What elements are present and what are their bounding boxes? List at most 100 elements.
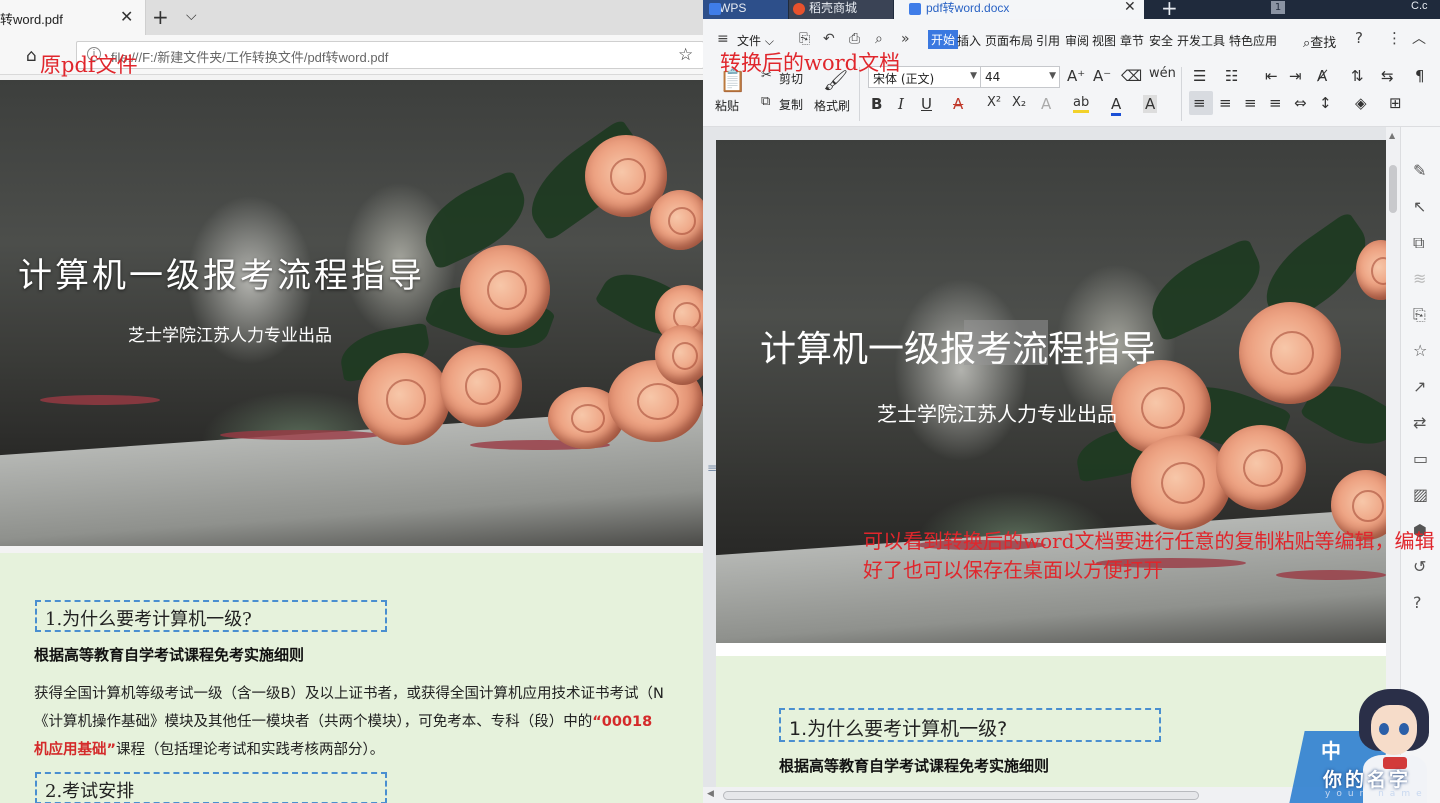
doc-section-box[interactable]: 1.为什么要考计算机一级? xyxy=(779,708,1161,742)
document-tab[interactable]: pdf转word.docx xyxy=(894,0,1144,19)
copy-icon[interactable]: ⧉ xyxy=(761,94,770,109)
document-page[interactable]: 计算机一级报考流程指导 芝士学院江苏人力专业出品 1.为什么要考计算机一级? 根… xyxy=(716,140,1386,787)
help-circle-icon[interactable]: ? xyxy=(1413,593,1422,612)
cloth-pattern xyxy=(40,395,160,405)
window-count-badge[interactable]: 1 xyxy=(1271,1,1285,14)
distributed-icon[interactable]: ⇔ xyxy=(1294,94,1307,112)
favorite-star-icon[interactable]: ☆ xyxy=(678,45,693,65)
scroll-left-icon[interactable]: ◀ xyxy=(707,789,714,799)
borders-icon[interactable]: ⊞ xyxy=(1389,94,1402,112)
menu-tab-references[interactable]: 引用 xyxy=(1036,32,1060,49)
clear-format-icon[interactable]: ⌫ xyxy=(1121,67,1142,85)
menu-tab-insert[interactable]: 插入 xyxy=(957,32,981,49)
close-tab-icon[interactable]: ✕ xyxy=(120,7,133,26)
scroll-up-icon[interactable]: ▲ xyxy=(1389,131,1395,140)
chinese-layout-icon[interactable]: Ⱥ xyxy=(1317,67,1327,85)
line-spacing-icon[interactable]: ↕ xyxy=(1319,94,1332,112)
shading-icon[interactable]: ◈ xyxy=(1355,94,1367,112)
more-quick-icon[interactable]: » xyxy=(901,31,910,47)
new-tab-icon[interactable]: + xyxy=(1161,0,1178,20)
more-para-icon[interactable]: ¶ xyxy=(1415,67,1425,85)
tab-list-icon[interactable]: ⌵ xyxy=(186,8,197,24)
print-preview-icon[interactable]: ⌕ xyxy=(875,31,883,47)
grow-font-icon[interactable]: A⁺ xyxy=(1067,67,1085,85)
doc-heading[interactable]: 根据高等教育自学考试课程免考实施细则 xyxy=(779,755,1049,776)
new-tab-icon[interactable]: + xyxy=(152,5,169,29)
pdf-red-text: 机应用基础” xyxy=(34,742,117,758)
browser-tab-pdf[interactable]: 转word.pdf ✕ xyxy=(0,0,146,35)
more-icon[interactable]: ⋮ xyxy=(1387,29,1402,47)
bold-button[interactable]: B xyxy=(871,95,882,113)
mascot-eye xyxy=(1379,723,1389,735)
print-icon[interactable]: ⎙ xyxy=(849,31,860,47)
translate-icon[interactable]: ⇄ xyxy=(1413,413,1426,432)
shapes-icon[interactable]: ⧉ xyxy=(1413,233,1424,253)
align-center-icon[interactable]: ≡ xyxy=(1219,94,1232,112)
menu-tab-view[interactable]: 视图 xyxy=(1092,32,1116,49)
align-right-icon[interactable]: ≡ xyxy=(1244,94,1257,112)
numbered-list-icon[interactable]: ☷ xyxy=(1225,67,1238,85)
document-canvas[interactable]: 计算机一级报考流程指导 芝士学院江苏人力专业出品 1.为什么要考计算机一级? 根… xyxy=(703,127,1386,787)
highlight-color-button[interactable]: ab xyxy=(1073,95,1090,113)
search-button[interactable]: ⌕查找 xyxy=(1303,32,1336,51)
archive-icon[interactable]: ▭ xyxy=(1413,449,1428,468)
char-shading-button[interactable]: A xyxy=(1143,95,1158,113)
url-input[interactable]: i file:///F:/新建文件夹/工作转换文件/pdf转word.pdf xyxy=(76,41,703,69)
phonetic-icon[interactable]: wén xyxy=(1149,66,1176,81)
doc-title[interactable]: 计算机一级报考流程指导 xyxy=(760,320,1156,372)
decrease-indent-icon[interactable]: ⇤ xyxy=(1265,67,1278,85)
annotation-edit-note: 可以看到转换后的word文档要进行任意的复制粘贴等编辑，编辑好了也可以保存在桌面… xyxy=(863,529,1435,582)
menu-tab-start[interactable]: 开始 xyxy=(928,30,959,49)
home-icon[interactable]: ⌂ xyxy=(26,46,37,66)
collapse-ribbon-icon[interactable]: ︿ xyxy=(1412,28,1426,48)
menu-tab-review[interactable]: 审阅 xyxy=(1065,32,1089,49)
share-icon[interactable]: ↗ xyxy=(1413,377,1426,396)
wps-tab-bar: WPS 稻壳商城 pdf转word.docx ✕ + 1 C.c xyxy=(703,0,1440,20)
doc-convert-icon[interactable]: ⎘ xyxy=(1413,305,1426,325)
close-doc-tab-icon[interactable]: ✕ xyxy=(1124,0,1136,15)
strikethrough-button[interactable]: A xyxy=(953,95,963,113)
hamburger-menu-icon[interactable]: ≡ xyxy=(717,31,729,47)
bullet-list-icon[interactable]: ☰ xyxy=(1193,67,1206,85)
increase-indent-icon[interactable]: ⇥ xyxy=(1289,67,1302,85)
font-color-button[interactable]: A xyxy=(1111,95,1122,116)
edit-icon[interactable]: ✎ xyxy=(1413,161,1426,180)
format-painter-button[interactable]: 格式刷 xyxy=(814,97,850,114)
shrink-font-icon[interactable]: A⁻ xyxy=(1093,67,1111,85)
rose xyxy=(1131,435,1231,530)
menu-tab-chapter[interactable]: 章节 xyxy=(1120,32,1144,49)
italic-button[interactable]: I xyxy=(898,95,904,113)
image-icon[interactable]: ▨ xyxy=(1413,485,1428,504)
wps-logo-icon xyxy=(709,3,721,15)
horizontal-scroll-thumb[interactable] xyxy=(723,791,1199,800)
menu-tab-security[interactable]: 安全 xyxy=(1149,32,1173,49)
user-account[interactable]: C.c xyxy=(1411,0,1428,12)
menu-tab-features[interactable]: 特色应用 xyxy=(1229,32,1277,49)
undo-icon[interactable]: ↶ xyxy=(823,31,835,47)
style-icon[interactable]: ≋ xyxy=(1413,269,1426,288)
sort-icon[interactable]: ⇅ xyxy=(1351,67,1364,85)
help-icon[interactable]: ? xyxy=(1355,29,1363,47)
desktop: 转word.pdf ✕ + ⌵ ⌂ i file:///F:/新建文件夹/工作转… xyxy=(0,0,1440,803)
paste-button[interactable]: 粘贴 xyxy=(715,97,739,114)
menu-tab-developer[interactable]: 开发工具 xyxy=(1177,32,1225,49)
show-marks-icon[interactable]: ⇆ xyxy=(1381,67,1394,85)
paragraph-mark-icon[interactable]: ≡ xyxy=(707,461,717,475)
justify-icon[interactable]: ≡ xyxy=(1269,94,1282,112)
align-left-icon[interactable]: ≡ xyxy=(1193,94,1206,112)
pdf-paragraph-line: 获得全国计算机等级考试一级（含一级B）及以上证书者，或获得全国计算机应用技术证书… xyxy=(34,686,664,702)
vertical-scroll-thumb[interactable] xyxy=(1389,165,1397,213)
menu-tab-page-layout[interactable]: 页面布局 xyxy=(985,32,1033,49)
doc-subtitle[interactable]: 芝士学院江苏人力专业出品 xyxy=(877,398,1117,427)
text-effect-icon[interactable]: A xyxy=(1041,95,1051,113)
save-icon[interactable]: ⎘ xyxy=(799,31,810,47)
superscript-button[interactable]: X² xyxy=(987,95,1001,110)
subscript-button[interactable]: X₂ xyxy=(1012,95,1026,110)
font-size-select[interactable]: 44 ▼ xyxy=(980,66,1060,88)
copy-button[interactable]: 复制 xyxy=(779,96,803,113)
doc-section-title[interactable]: 1.为什么要考计算机一级? xyxy=(789,714,1007,741)
underline-button[interactable]: U xyxy=(921,95,932,113)
favorite-icon[interactable]: ☆ xyxy=(1413,341,1427,360)
doc-body[interactable]: 1.为什么要考计算机一级? 根据高等教育自学考试课程免考实施细则 xyxy=(716,656,1386,787)
select-cursor-icon[interactable]: ↖ xyxy=(1413,197,1426,216)
